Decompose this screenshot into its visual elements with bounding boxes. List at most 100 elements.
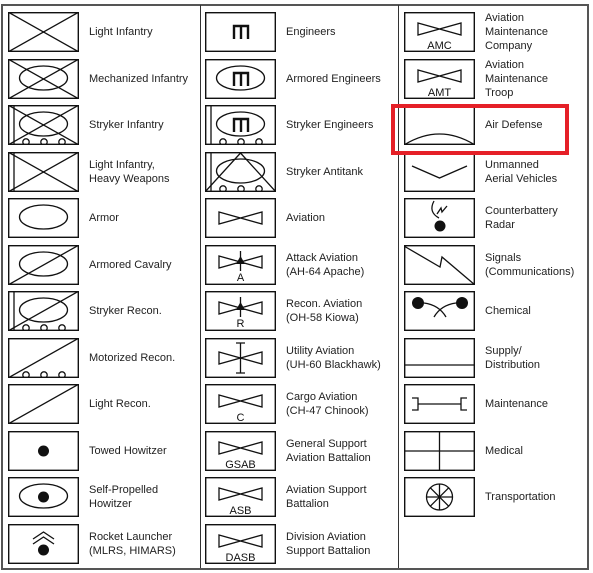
symbol-label-line: Heavy Weapons xyxy=(89,172,170,185)
symbol-entry-chemical: Chemical xyxy=(404,291,584,337)
symbol-text: AMT xyxy=(428,87,452,99)
symbol-label: Stryker Infantry xyxy=(89,118,164,132)
towed-howitzer-icon xyxy=(8,430,79,471)
symbol-label: Engineers xyxy=(286,25,336,39)
column-divider xyxy=(200,5,201,568)
medical-icon xyxy=(404,430,475,471)
chemical-icon xyxy=(404,291,475,331)
symbol-label: Counterbattery Radar xyxy=(485,204,558,232)
symbol-label-line: Cargo Aviation xyxy=(286,391,358,403)
uav-icon xyxy=(404,151,475,192)
symbol-label-line: Medical xyxy=(485,444,523,457)
mechanized-infantry-icon xyxy=(8,58,79,99)
recon-aviation-icon: R xyxy=(205,291,276,331)
symbol-label-line: Chemical xyxy=(485,305,531,317)
symbol-label-line: Maintenance xyxy=(485,72,548,85)
symbol-label: Cargo Aviation (CH-47 Chinook) xyxy=(286,390,369,418)
symbol-entry-light-recon: Light Recon. xyxy=(8,384,198,430)
symbol-label-line: Aviation xyxy=(485,58,524,71)
light-recon-icon xyxy=(8,384,79,424)
symbol-label: Aviation Support Battalion xyxy=(286,483,367,511)
symbol-text: R xyxy=(237,318,245,330)
symbol-label: Stryker Engineers xyxy=(286,118,373,132)
symbol-entry-stryker-infantry: Stryker Infantry xyxy=(8,105,198,151)
aviation-text-icon: AMT xyxy=(404,58,475,99)
symbol-entry-signals: Signals (Communications) xyxy=(404,244,584,291)
symbol-entry-stryker-antitank: Stryker Antitank xyxy=(205,151,395,198)
symbol-entry-cargo-aviation: C Cargo Aviation (CH-47 Chinook) xyxy=(205,384,395,430)
symbol-label-line: Troop xyxy=(485,86,514,99)
symbol-label-line: Stryker Engineers xyxy=(286,119,374,131)
symbol-label-line: Maintenance xyxy=(485,26,548,38)
column-divider xyxy=(398,5,399,568)
symbol-entry-engineers: Engineers xyxy=(205,12,395,58)
symbol-label: Mechanized Infantry xyxy=(89,72,188,86)
symbol-label: Division Aviation Support Battalion xyxy=(286,530,370,558)
symbol-text: DASB xyxy=(226,552,256,564)
attack-aviation-icon: A xyxy=(205,244,276,285)
symbol-label: Supply/Distribution xyxy=(485,344,540,372)
symbol-label-line: Company xyxy=(485,40,533,52)
symbol-entry-infantry: Light Infantry xyxy=(8,12,198,58)
symbol-label-line: Supply/ xyxy=(485,344,522,357)
cargo-aviation-icon: C xyxy=(205,384,276,424)
symbol-label: Armored Cavalry xyxy=(89,258,172,272)
signals-icon xyxy=(404,244,475,285)
symbol-label-line: Unmanned xyxy=(485,158,539,171)
symbol-label-line: Attack Aviation xyxy=(286,251,358,264)
symbol-label: Aviation Maintenance Company xyxy=(485,11,548,53)
symbol-entry-self-propelled-howitzer: Self-Propelled Howitzer xyxy=(8,477,198,523)
symbol-entry-transportation: Transportation xyxy=(404,477,584,523)
symbol-label-line: Self-Propelled xyxy=(89,484,159,496)
symbol-label-line: Light Recon. xyxy=(89,398,151,410)
symbol-label: Recon. Aviation (OH-58 Kiowa) xyxy=(286,297,362,325)
symbol-label-line: Armor xyxy=(89,212,119,224)
symbol-label-line: (MLRS, HIMARS) xyxy=(89,544,176,557)
symbol-label: Light Infantry xyxy=(89,25,153,39)
symbol-label: Maintenance xyxy=(485,397,548,411)
symbol-label-line: Armored Engineers xyxy=(286,72,381,85)
symbol-label-line: (AH-64 Apache) xyxy=(286,265,365,278)
symbol-entry-recon-aviation: R Recon. Aviation (OH-58 Kiowa) xyxy=(205,291,395,337)
engineers-icon xyxy=(205,12,276,52)
symbol-label: Unmanned Aerial Vehicles xyxy=(485,158,557,186)
symbol-label: Chemical xyxy=(485,304,531,318)
symbol-entry-armored-cavalry: Armored Cavalry xyxy=(8,244,198,291)
symbol-label-line: Division Aviation xyxy=(286,530,366,543)
symbol-entry-armor: Armor xyxy=(8,198,198,244)
symbol-label-line: Maintenance xyxy=(485,398,548,410)
symbol-label: General Support Aviation Battalion xyxy=(286,437,371,465)
aviation-icon xyxy=(205,198,276,238)
symbol-label-line: Light Infantry xyxy=(89,26,153,38)
symbol-label-line: (CH-47 Chinook) xyxy=(286,405,369,417)
symbol-label-line: Stryker Antitank xyxy=(286,165,364,178)
symbol-entry-supply: Supply/Distribution xyxy=(404,337,584,384)
symbol-label-line: Utility Aviation xyxy=(286,344,355,357)
symbol-entry-light-infantry-heavy-weapons: Light Infantry, Heavy Weapons xyxy=(8,151,198,198)
symbol-label-line: (Communications) xyxy=(485,265,575,278)
armored-cavalry-icon xyxy=(8,244,79,285)
symbol-label: Armored Engineers xyxy=(286,72,381,86)
symbol-label-line: Aviation Support xyxy=(286,484,367,496)
symbol-label: Rocket Launcher (MLRS, HIMARS) xyxy=(89,530,176,558)
supply-icon xyxy=(404,337,475,378)
symbol-entry-stryker-recon: Stryker Recon. xyxy=(8,291,198,337)
symbol-entry-stryker-engineers: Stryker Engineers xyxy=(205,105,395,151)
aviation-text-icon: DASB xyxy=(205,523,276,564)
symbol-label-line: Towed Howitzer xyxy=(89,444,167,457)
air-defense-highlight xyxy=(391,104,569,155)
motorized-recon-icon xyxy=(8,337,79,378)
stryker-engineers-icon xyxy=(205,105,276,145)
infantry-icon xyxy=(8,12,79,52)
light-infantry-heavy-weapons-icon xyxy=(8,151,79,192)
symbol-label-line: Signals xyxy=(485,251,522,264)
symbol-entry-attack-aviation: A Attack Aviation (AH-64 Apache) xyxy=(205,244,395,291)
symbol-text: AMC xyxy=(427,40,452,52)
stryker-recon-icon xyxy=(8,291,79,331)
symbol-entry-aviation-text: DASB Division Aviation Support Battalion xyxy=(205,523,395,570)
symbol-entry-uav: Unmanned Aerial Vehicles xyxy=(404,151,584,198)
armor-icon xyxy=(8,198,79,238)
symbol-entry-counterbattery-radar: Counterbattery Radar xyxy=(404,198,584,244)
symbol-label-line: Transportation xyxy=(485,491,556,503)
symbol-label-line: Rocket Launcher xyxy=(89,530,173,543)
